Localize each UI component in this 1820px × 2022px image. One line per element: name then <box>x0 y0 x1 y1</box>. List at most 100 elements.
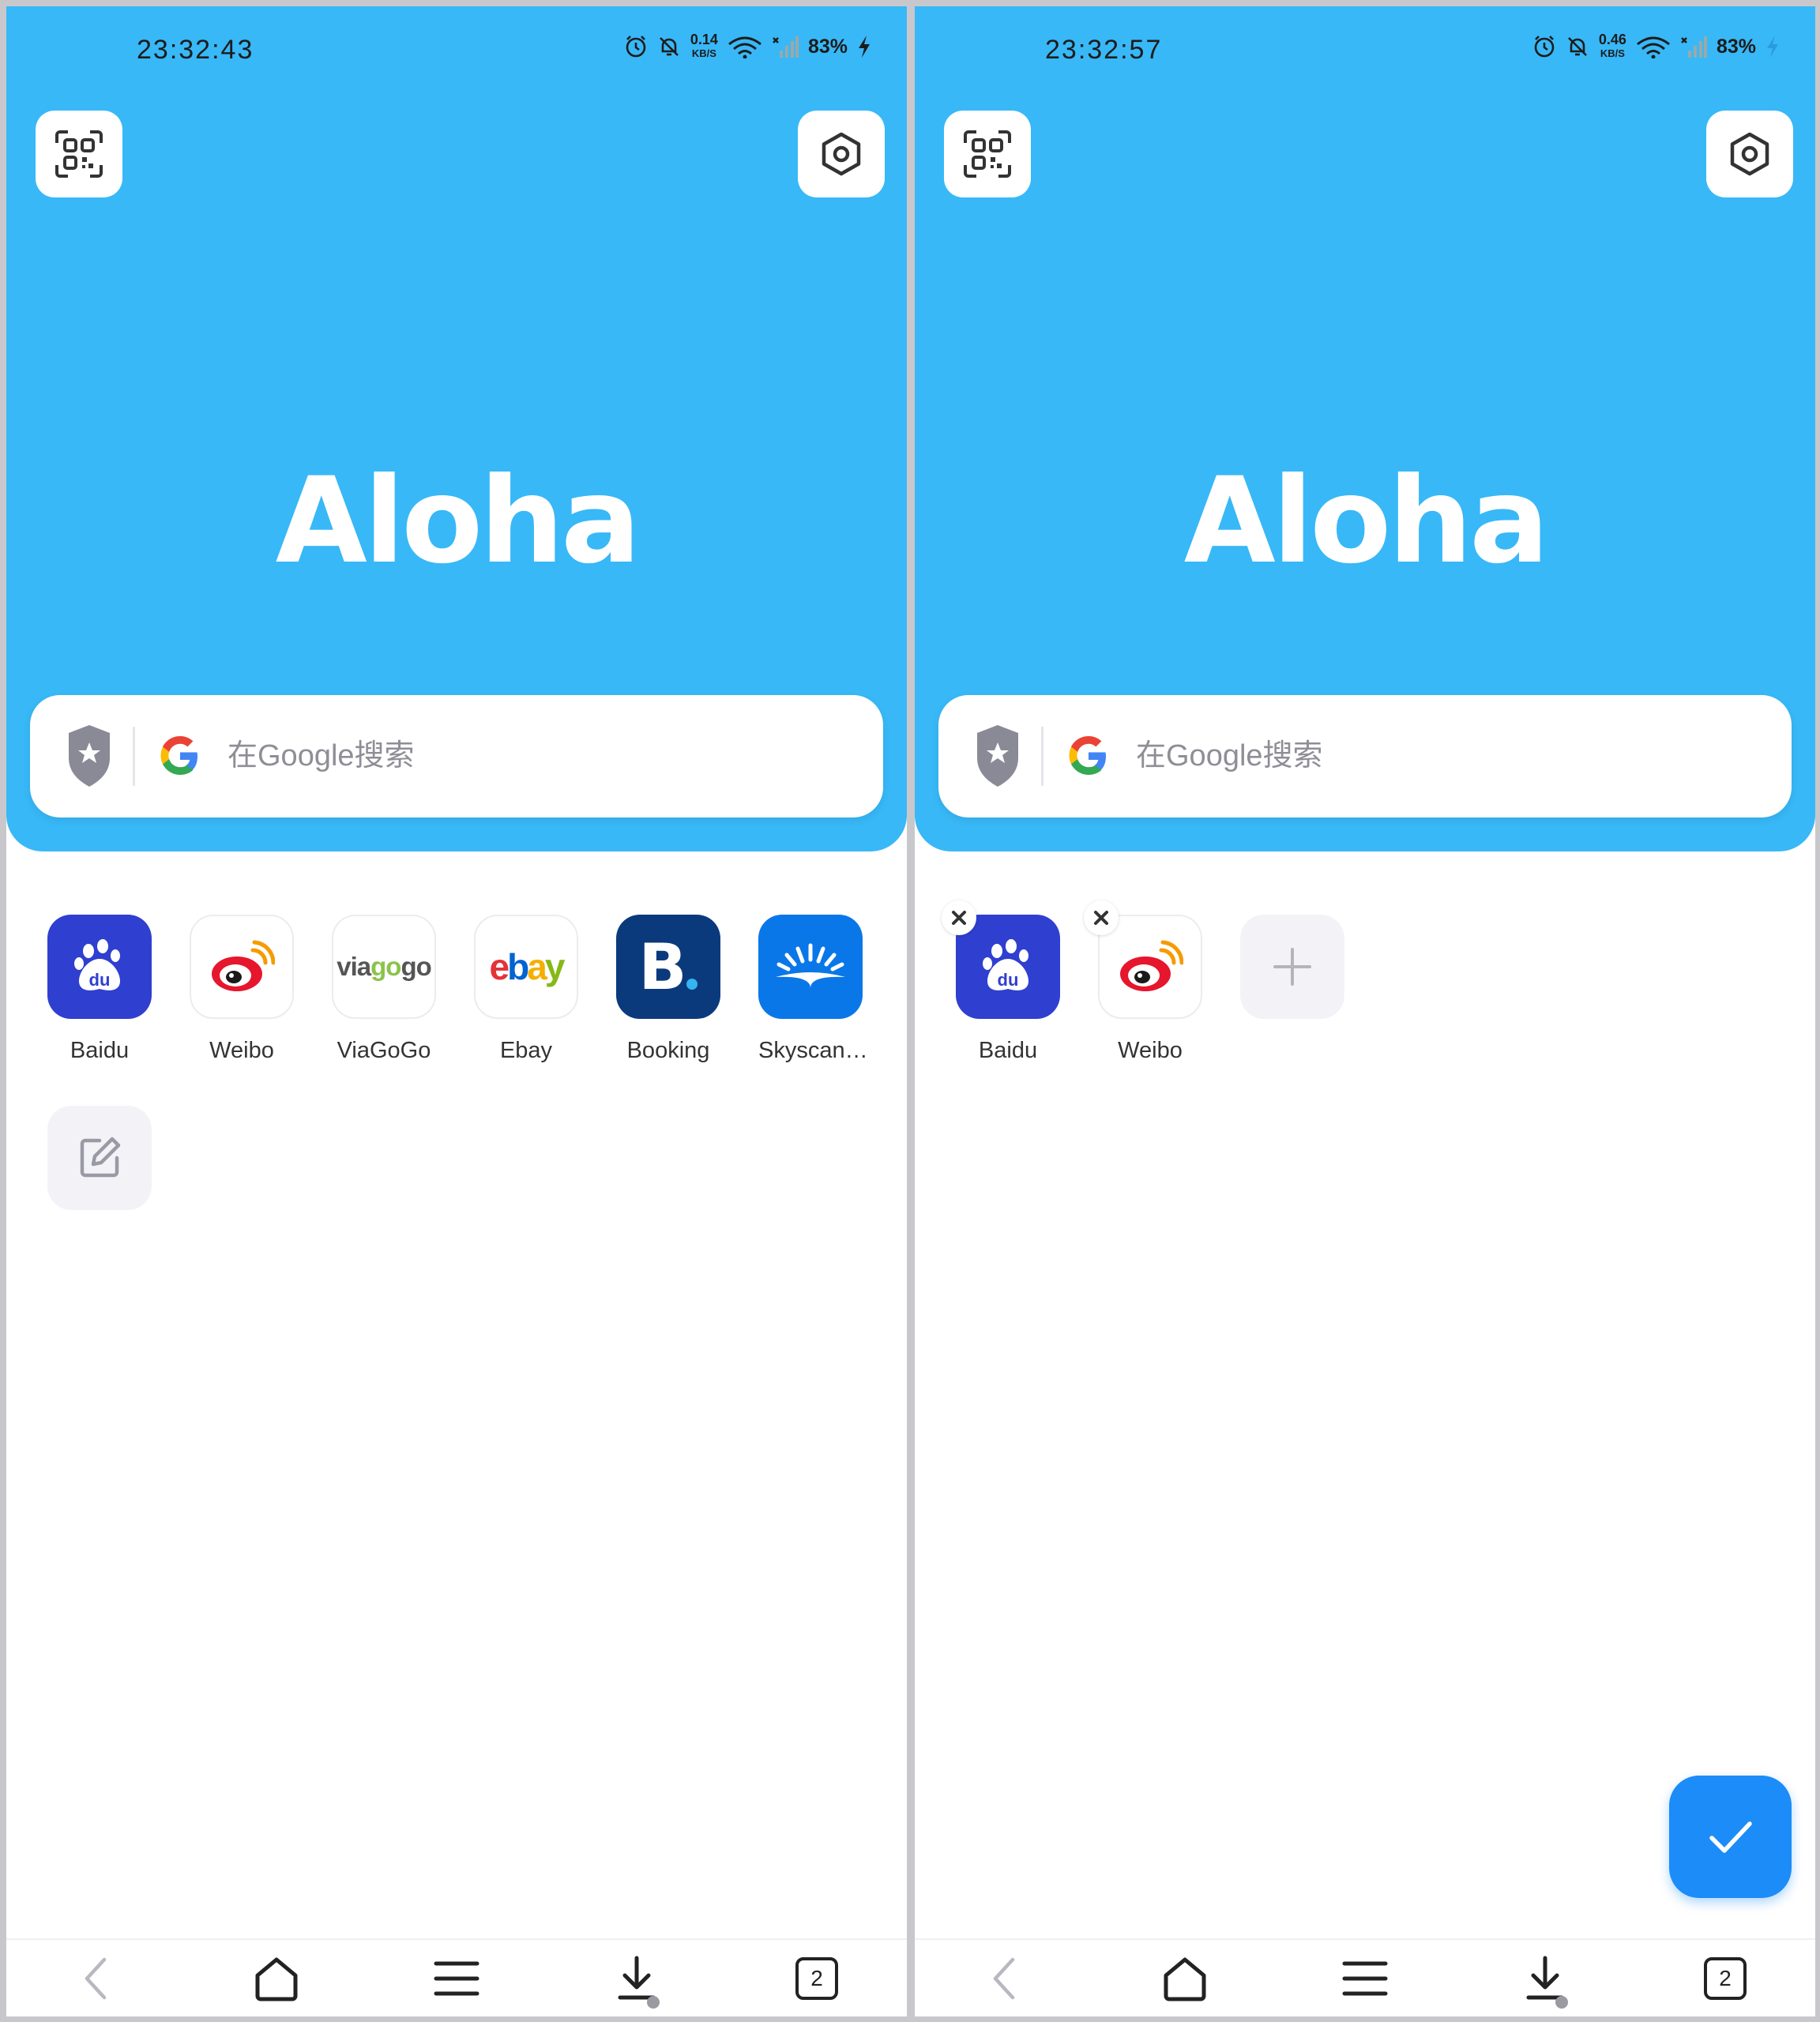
ebay-logo: ebay <box>474 915 578 1019</box>
booking-logo: B <box>616 915 720 1019</box>
edit-icon <box>47 1106 152 1210</box>
mute-bell-icon <box>1567 37 1587 56</box>
tabs-button[interactable]: 2 <box>1678 1939 1773 2016</box>
alarm-icon <box>1534 36 1555 58</box>
svg-text:du: du <box>998 970 1019 990</box>
hero-header: 23:32:57 0.46 KB/S 83% Aloha 在Google搜索 <box>915 6 1815 851</box>
svg-text:du: du <box>89 970 111 990</box>
tile-label: Ebay <box>499 1038 553 1063</box>
settings-button[interactable] <box>1706 111 1793 197</box>
status-time: 23:32:43 <box>137 35 254 65</box>
qr-scan-icon <box>964 130 1011 178</box>
qr-scan-button[interactable] <box>36 111 122 197</box>
search-divider <box>133 727 135 786</box>
edit-speed-dial-button[interactable] <box>47 1106 152 1210</box>
settings-button[interactable] <box>798 111 885 197</box>
weibo-eye-icon <box>1098 915 1202 1019</box>
charging-bolt-icon <box>1767 36 1778 58</box>
aloha-logo: Aloha <box>1183 453 1550 590</box>
menu-button[interactable] <box>409 1939 504 2016</box>
back-button[interactable] <box>49 1939 144 2016</box>
hero-header: 23:32:43 0.14 KB/S 83% Aloha 在Google搜索 <box>6 6 907 851</box>
network-speed: 0.14 KB/S <box>690 32 718 59</box>
search-divider <box>1041 727 1043 786</box>
google-g-icon <box>1069 736 1106 775</box>
tab-count-badge: 2 <box>1704 1956 1747 2000</box>
tab-count-badge: 2 <box>795 1956 838 2000</box>
search-bar[interactable]: 在Google搜索 <box>30 695 883 817</box>
alarm-icon <box>626 36 646 58</box>
qr-scan-button[interactable] <box>944 111 1031 197</box>
downloads-button[interactable] <box>1498 1939 1592 2016</box>
bottom-navigation: 2 <box>915 1938 1815 2016</box>
menu-icon <box>1342 1961 1388 1995</box>
tile-label: Weibo <box>1118 1038 1183 1063</box>
shield-icon[interactable] <box>66 723 113 788</box>
tile-label: Baidu <box>978 1038 1038 1063</box>
wifi-icon <box>728 36 761 58</box>
tabs-button[interactable]: 2 <box>769 1939 864 2016</box>
aloha-logo: Aloha <box>275 453 641 590</box>
tile-label: Skyscan… <box>758 1038 868 1063</box>
back-button[interactable] <box>957 1939 1052 2016</box>
skyscanner-sunrise-icon <box>758 915 863 1019</box>
downloads-button[interactable] <box>589 1939 684 2016</box>
tile-label: Weibo <box>209 1038 274 1063</box>
download-icon <box>618 1956 656 1999</box>
close-icon <box>1094 911 1108 925</box>
confirm-edit-button[interactable] <box>1669 1776 1792 1898</box>
remove-weibo-button[interactable] <box>1084 900 1119 935</box>
remove-baidu-button[interactable] <box>942 900 976 935</box>
home-button[interactable] <box>229 1939 324 2016</box>
menu-icon <box>434 1961 479 1995</box>
close-icon <box>952 911 966 925</box>
download-icon <box>1526 1956 1564 1999</box>
settings-hexagon-icon <box>822 132 861 176</box>
speed-dial-viagogo[interactable]: viagogo ViaGoGo <box>332 915 436 1064</box>
baidu-paw-icon: du <box>956 915 1060 1019</box>
settings-hexagon-icon <box>1730 132 1769 176</box>
download-indicator-dot <box>1555 1996 1568 2009</box>
search-input[interactable]: 在Google搜索 <box>228 731 415 774</box>
bottom-navigation: 2 <box>6 1938 907 2016</box>
search-input[interactable]: 在Google搜索 <box>1136 731 1323 774</box>
speed-dial-weibo[interactable]: Weibo <box>1084 900 1202 1064</box>
charging-bolt-icon <box>859 36 870 58</box>
home-icon <box>1164 1957 1206 2001</box>
network-speed: 0.46 KB/S <box>1598 32 1626 59</box>
battery-percentage: 83% <box>807 35 848 58</box>
weibo-eye-icon <box>190 915 294 1019</box>
status-bar: 23:32:43 0.14 KB/S 83% <box>6 28 907 76</box>
speed-dial-baidu[interactable]: du Baidu <box>47 915 152 1064</box>
wifi-icon <box>1637 36 1670 58</box>
shield-icon[interactable] <box>974 723 1021 788</box>
search-bar[interactable]: 在Google搜索 <box>938 695 1792 817</box>
baidu-paw-icon: du <box>47 915 152 1019</box>
status-time: 23:32:57 <box>1045 35 1163 65</box>
viagogo-logo: viagogo <box>332 915 436 1019</box>
tile-label: ViaGoGo <box>337 1038 431 1063</box>
speed-dial-skyscanner[interactable]: Skyscan… <box>758 915 868 1064</box>
home-button[interactable] <box>1138 1939 1232 2016</box>
status-bar: 23:32:57 0.46 KB/S 83% <box>915 28 1815 76</box>
mute-bell-icon <box>659 37 679 56</box>
back-arrow-icon <box>993 1957 1015 1999</box>
checkmark-icon <box>1709 1821 1752 1853</box>
speed-dial-baidu[interactable]: du Baidu <box>942 900 1060 1064</box>
signal-icon <box>773 36 799 58</box>
add-speed-dial-button[interactable] <box>1240 915 1344 1019</box>
status-icons: 0.14 KB/S 83% <box>624 32 871 60</box>
home-icon <box>255 1957 298 2001</box>
browser-home-edit-screen: 23:32:57 0.46 KB/S 83% Aloha 在Google搜索 d… <box>915 6 1815 2016</box>
browser-home-screen: 23:32:43 0.14 KB/S 83% Aloha 在Google搜索 d… <box>6 6 907 2016</box>
speed-dial-ebay[interactable]: ebay Ebay <box>474 915 578 1064</box>
plus-icon <box>1240 915 1344 1019</box>
status-icons: 0.46 KB/S 83% <box>1532 32 1780 60</box>
speed-dial-booking[interactable]: B Booking <box>616 915 720 1064</box>
menu-button[interactable] <box>1318 1939 1412 2016</box>
tile-label: Baidu <box>70 1038 130 1063</box>
signal-icon <box>1681 36 1707 58</box>
qr-scan-icon <box>55 130 103 178</box>
tile-label: Booking <box>626 1038 710 1063</box>
speed-dial-weibo[interactable]: Weibo <box>190 915 294 1064</box>
